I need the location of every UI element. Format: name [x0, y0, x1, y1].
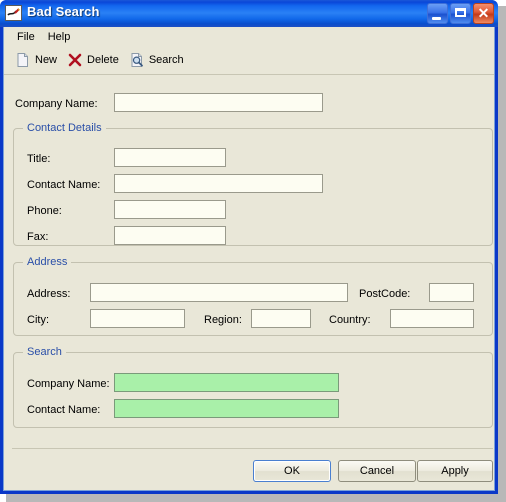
- title-bar[interactable]: Bad Search ✕: [0, 0, 498, 27]
- address-label: Address:: [27, 288, 71, 300]
- toolbar-button-search[interactable]: Search: [126, 50, 191, 70]
- minimize-icon: [432, 17, 441, 20]
- toolbar-button-delete[interactable]: Delete: [64, 50, 126, 70]
- fax-label: Fax:: [27, 231, 49, 243]
- window-controls: ✕: [427, 3, 494, 24]
- city-label: City:: [27, 314, 49, 326]
- ok-button[interactable]: OK: [253, 460, 331, 482]
- search-title: Search: [23, 346, 66, 358]
- phone-input[interactable]: [114, 200, 226, 219]
- region-label: Region:: [204, 314, 242, 326]
- search-contact-name-input[interactable]: [114, 399, 339, 418]
- region-input[interactable]: [251, 309, 311, 328]
- minimize-button[interactable]: [427, 3, 448, 24]
- magnifier-page-icon: [131, 53, 143, 67]
- toolbar-button-new[interactable]: New: [12, 50, 64, 70]
- contact-name-label: Contact Name:: [27, 179, 101, 191]
- phone-label: Phone:: [27, 205, 62, 217]
- search-company-name-label: Company Name:: [27, 378, 110, 390]
- title-input[interactable]: [114, 148, 226, 167]
- toolbar-label-delete: Delete: [87, 54, 119, 66]
- client-area: File Help New Delete Search Company Name…: [3, 27, 495, 491]
- maximize-button[interactable]: [450, 3, 471, 24]
- close-icon: ✕: [477, 5, 490, 21]
- address-title: Address: [23, 256, 72, 268]
- menu-bar: File Help: [4, 27, 494, 46]
- search-company-name-input[interactable]: [114, 373, 339, 392]
- company-name-label: Company Name:: [15, 98, 98, 110]
- pen-scribble-icon: [5, 5, 22, 21]
- application-window: Bad Search ✕ File Help New Delete Search…: [0, 0, 498, 494]
- apply-button[interactable]: Apply: [417, 460, 493, 482]
- contact-details-title: Contact Details: [23, 122, 106, 134]
- fax-input[interactable]: [114, 226, 226, 245]
- bottom-separator: [12, 448, 493, 449]
- country-label: Country:: [329, 314, 371, 326]
- city-input[interactable]: [90, 309, 185, 328]
- window-shadow-right: [498, 6, 506, 502]
- postcode-label: PostCode:: [359, 288, 411, 300]
- address-input[interactable]: [90, 283, 348, 302]
- menu-item-help[interactable]: Help: [42, 29, 78, 45]
- toolbar-label-search: Search: [148, 54, 184, 66]
- window-title: Bad Search: [27, 4, 100, 19]
- search-contact-name-label: Contact Name:: [27, 404, 101, 416]
- title-label: Title:: [27, 153, 51, 165]
- menu-item-file[interactable]: File: [11, 29, 42, 45]
- postcode-input[interactable]: [429, 283, 474, 302]
- toolbar: New Delete Search: [4, 47, 494, 73]
- close-button[interactable]: ✕: [473, 3, 494, 24]
- new-document-icon: [17, 53, 28, 67]
- country-input[interactable]: [390, 309, 474, 328]
- maximize-icon: [455, 8, 466, 17]
- toolbar-separator: [4, 74, 494, 75]
- toolbar-label-new: New: [35, 54, 58, 66]
- red-x-icon: [68, 53, 82, 67]
- contact-name-input[interactable]: [114, 174, 323, 193]
- window-shadow-bottom: [6, 494, 506, 502]
- cancel-button[interactable]: Cancel: [338, 460, 416, 482]
- company-name-input[interactable]: [114, 93, 323, 112]
